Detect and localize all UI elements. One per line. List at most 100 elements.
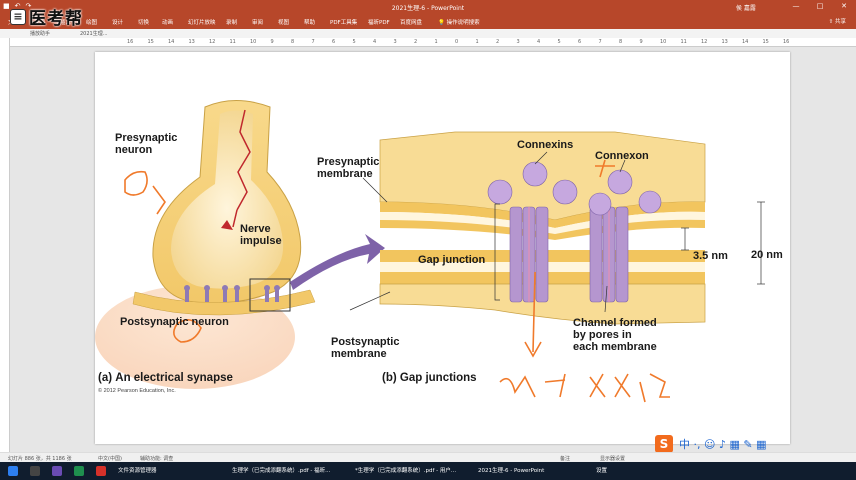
ruler-tick: 8 (291, 39, 295, 45)
watermark-logo-icon: ≡ (10, 8, 26, 25)
notes-button[interactable]: 备注 (560, 455, 570, 462)
accessibility-status[interactable]: 辅助功能: 调查 (140, 455, 173, 462)
ruler-tick: 5 (557, 39, 561, 45)
taskbar: 文件资源管理器 生理学（已完成添翻系统）.pdf - 福昕... *生理学（已完… (0, 462, 856, 480)
ruler-tick: 12 (209, 39, 216, 45)
ruler-tick: 11 (680, 39, 687, 45)
caption-a: (a) An electrical synapse (98, 372, 233, 384)
ruler-tick: 10 (250, 39, 257, 45)
task-view-icon[interactable] (52, 466, 62, 476)
horizontal-ruler[interactable]: 16 15 14 13 12 11 10 9 8 7 6 5 4 3 2 1 0 1 2 3 4 5 6 7 8 9 10 11 12 1… (10, 38, 856, 47)
taskbar-item-explorer[interactable]: 文件资源管理器 (118, 466, 157, 474)
zoom-arrow (290, 234, 385, 290)
ruler-tick: 3 (516, 39, 520, 45)
ruler-tick: 9 (639, 39, 643, 45)
ime-controls[interactable]: 中 ·, ☺ ♪ ▦ ✎ ▦ (679, 436, 766, 452)
label-presynaptic-neuron: Presynaptic neuron (115, 132, 178, 156)
ruler-tick: 6 (578, 39, 582, 45)
tab-animations[interactable]: 动画 (162, 18, 173, 26)
watermark-text: 医考帮 (29, 9, 83, 29)
caption-b: (b) Gap junctions (382, 372, 477, 384)
label-postsynaptic-neuron: Postsynaptic neuron (120, 316, 229, 328)
tab-review[interactable]: 审阅 (252, 18, 263, 26)
watermark: ≡ 医考帮 (10, 4, 83, 29)
doc-tab-current[interactable]: 2021生理... (80, 30, 108, 37)
tab-design[interactable]: 设计 (112, 18, 123, 26)
tab-view[interactable]: 视图 (278, 18, 289, 26)
label-total-size: 20 nm (751, 249, 783, 261)
tab-slideshow[interactable]: 幻灯片放映 (188, 18, 216, 26)
tab-help[interactable]: 帮助 (304, 18, 315, 26)
display-settings[interactable]: 显示器设置 (600, 455, 625, 462)
ruler-tick: 6 (332, 39, 336, 45)
ruler-tick: 1 (475, 39, 479, 45)
window-title: 2021生理-6 - PowerPoint (391, 5, 465, 12)
title-bar: ■ ↶ ↷ 2021生理-6 - PowerPoint 侯 嘉露 — □ ✕ (0, 0, 856, 13)
ruler-tick: 2 (414, 39, 418, 45)
tab-draw[interactable]: 绘图 (86, 18, 97, 26)
taskbar-item-settings[interactable]: 设置 (596, 466, 607, 474)
ruler-tick: 11 (229, 39, 236, 45)
label-gap-size: 3.5 nm (693, 250, 728, 262)
app-icon[interactable] (96, 466, 106, 476)
tab-foxit-pdf[interactable]: 福昕PDF (368, 18, 390, 26)
ruler-tick: 9 (270, 39, 274, 45)
ruler-tick: 3 (393, 39, 397, 45)
taskbar-item-powerpoint[interactable]: 2021生理-6 - PowerPoint (478, 466, 544, 474)
label-channel: Channel formed by pores in each membrane (573, 317, 657, 353)
ruler-tick: 13 (721, 39, 728, 45)
taskbar-item-foxit-1[interactable]: 生理学（已完成添翻系统）.pdf - 福昕... (232, 466, 330, 474)
slide-illustration (95, 100, 765, 403)
ruler-tick: 13 (188, 39, 195, 45)
tab-pdf-tools[interactable]: PDF工具集 (330, 18, 357, 26)
maximize-button[interactable]: □ (808, 0, 832, 13)
ruler-tick: 0 (455, 39, 459, 45)
language-indicator[interactable]: 中文(中国) (98, 455, 122, 462)
ruler-tick: 15 (762, 39, 769, 45)
ruler-tick: 14 (168, 39, 175, 45)
label-presynaptic-membrane: Presynaptic membrane (317, 156, 380, 180)
minimize-button[interactable]: — (784, 0, 808, 13)
label-connexon: Connexon (595, 150, 649, 162)
window-controls: — □ ✕ (784, 0, 856, 13)
ribbon-tabs: 文件 开始 插入 绘图 设计 切换 动画 幻灯片放映 录制 审阅 视图 帮助 P… (0, 13, 856, 29)
tab-transitions[interactable]: 切换 (138, 18, 149, 26)
ruler-tick: 7 (311, 39, 315, 45)
ruler-tick: 16 (127, 39, 134, 45)
taskbar-item-foxit-2[interactable]: *生理学（已完成添翻系统）.pdf - 用户... (355, 466, 456, 474)
doc-tab-assistant[interactable]: 播放助手 (30, 30, 50, 37)
sogou-logo-icon[interactable]: S (655, 435, 673, 453)
browser-icon[interactable] (74, 466, 84, 476)
slide-canvas[interactable]: Presynaptic neuron Nerve impulse Postsyn… (95, 52, 790, 444)
ruler-tick: 4 (537, 39, 541, 45)
user-name[interactable]: 侯 嘉露 (736, 3, 756, 12)
search-icon[interactable] (30, 466, 40, 476)
label-gap-junction: Gap junction (418, 254, 486, 266)
ruler-tick: 7 (598, 39, 602, 45)
tab-record[interactable]: 录制 (226, 18, 237, 26)
close-button[interactable]: ✕ (832, 0, 856, 13)
tab-baidu-netdisk[interactable]: 百度网盘 (400, 18, 422, 26)
ime-toolbar[interactable]: S 中 ·, ☺ ♪ ▦ ✎ ▦ (655, 434, 855, 454)
document-tab-strip: 播放助手 2021生理... (0, 29, 856, 38)
ruler-tick: 2 (496, 39, 500, 45)
label-nerve-impulse: Nerve impulse (240, 223, 282, 247)
vertical-ruler[interactable] (0, 38, 10, 452)
label-connexins: Connexins (517, 139, 574, 151)
ruler-tick: 15 (147, 39, 154, 45)
tell-me-search[interactable]: 💡 操作说明搜索 (438, 18, 480, 26)
copyright-text: © 2012 Pearson Education, Inc. (98, 388, 176, 394)
label-postsynaptic-membrane: Postsynaptic membrane (331, 336, 400, 360)
ruler-tick: 14 (742, 39, 749, 45)
slide-counter: 幻灯片 886 张，共 1186 张 (8, 456, 72, 462)
lightbulb-icon: 💡 (438, 20, 445, 26)
status-bar: 幻灯片 886 张，共 1186 张 中文(中国) 辅助功能: 调查 备注 显示… (0, 452, 856, 462)
ruler-tick: 10 (660, 39, 667, 45)
share-icon: ⇧ (828, 19, 834, 25)
start-icon[interactable] (8, 466, 18, 476)
ruler-tick: 1 (434, 39, 438, 45)
ruler-tick: 4 (373, 39, 377, 45)
ruler-tick: 12 (701, 39, 708, 45)
ruler-tick: 16 (783, 39, 790, 45)
share-button[interactable]: ⇧ 共享 (829, 17, 846, 25)
